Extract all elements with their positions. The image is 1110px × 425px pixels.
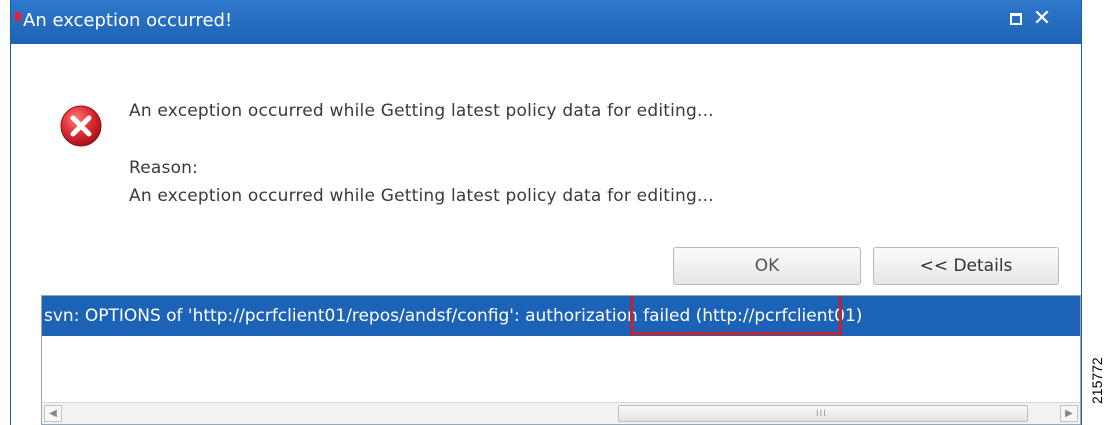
title-marker-icon bbox=[15, 12, 21, 21]
close-icon: ✕ bbox=[1032, 6, 1052, 31]
error-icon bbox=[60, 105, 102, 147]
details-row-selected[interactable]: svn: OPTIONS of 'http://pcrfclient01/rep… bbox=[42, 296, 1080, 336]
dialog-titlebar[interactable]: An exception occurred! ✕ bbox=[11, 0, 1081, 44]
scroll-right-arrow-icon[interactable]: ▶ bbox=[1060, 405, 1078, 422]
details-panel[interactable]: svn: OPTIONS of 'http://pcrfclient01/rep… bbox=[41, 295, 1081, 425]
error-message: An exception occurred while Getting late… bbox=[129, 101, 714, 121]
dialog-title: An exception occurred! bbox=[23, 10, 233, 31]
reason-label: Reason: bbox=[129, 158, 199, 178]
details-suffix: (http://pcrfclient01) bbox=[690, 306, 863, 326]
maximize-button[interactable] bbox=[1005, 8, 1027, 30]
maximize-icon bbox=[1010, 13, 1022, 25]
scroll-grip-icon: III bbox=[816, 409, 827, 419]
details-highlighted-text: authorization failed bbox=[525, 306, 691, 326]
horizontal-scrollbar[interactable]: ◀ III ▶ bbox=[42, 402, 1080, 424]
ok-button[interactable]: OK bbox=[673, 247, 861, 285]
details-prefix: svn: OPTIONS of 'http://pcrfclient01/rep… bbox=[44, 306, 526, 326]
details-toggle-button[interactable]: << Details bbox=[873, 247, 1059, 285]
scroll-left-arrow-icon[interactable]: ◀ bbox=[44, 405, 62, 422]
figure-id-label: 215772 bbox=[1089, 357, 1105, 404]
exception-dialog: An exception occurred! ✕ An exception oc… bbox=[10, 0, 1082, 425]
close-button[interactable]: ✕ bbox=[1031, 8, 1053, 30]
scroll-thumb[interactable]: III bbox=[618, 405, 1028, 422]
reason-text: An exception occurred while Getting late… bbox=[129, 186, 714, 206]
